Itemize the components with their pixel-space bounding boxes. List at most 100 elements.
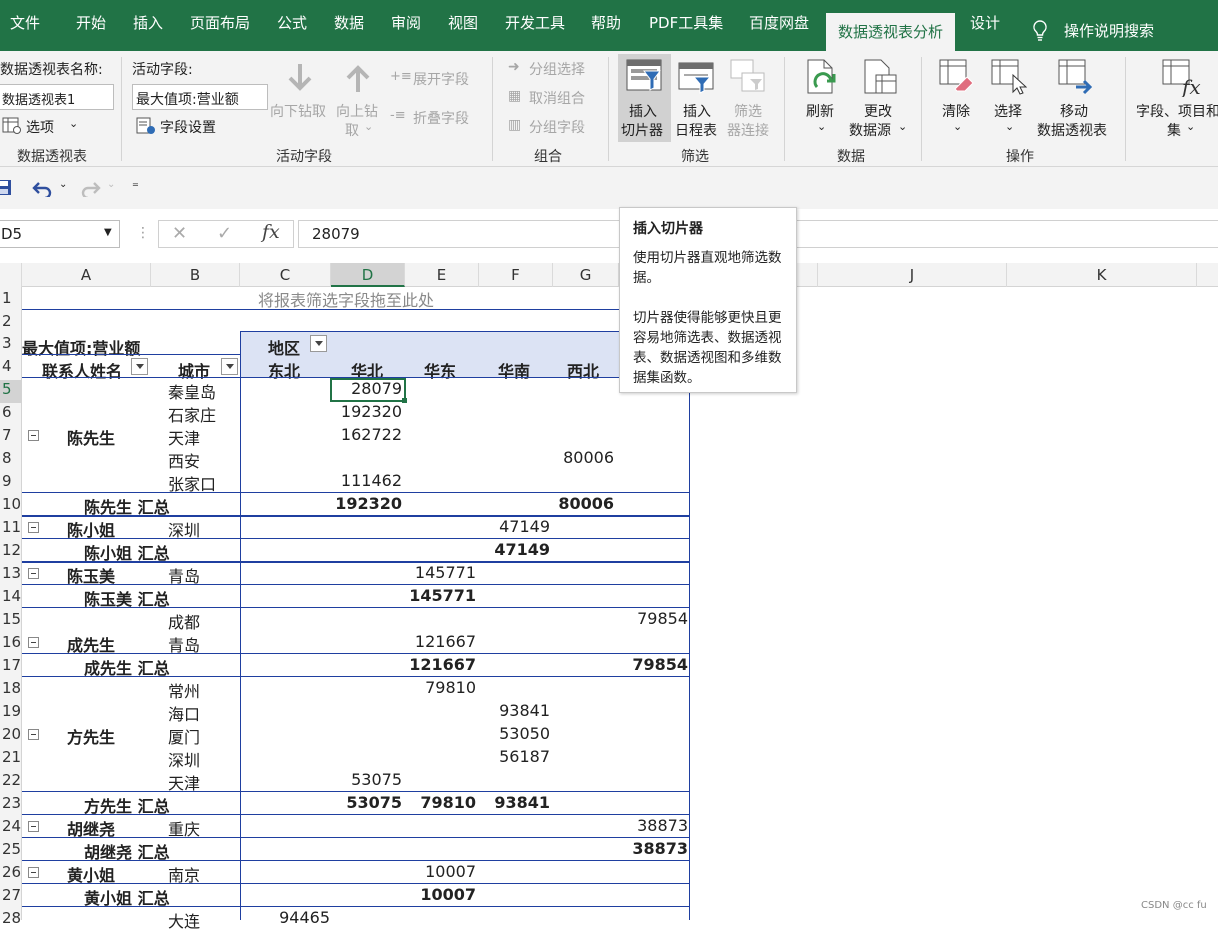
name-box[interactable]: D5 (0, 220, 120, 248)
tab-view[interactable]: 视图 (448, 12, 478, 33)
contact-name-cell[interactable]: 陈玉美 (67, 563, 115, 587)
row-header-12[interactable]: 12 (0, 541, 22, 559)
clear-button[interactable]: 清除 (942, 101, 970, 121)
value-cell[interactable]: 56187 (499, 747, 550, 766)
row-header-22[interactable]: 22 (0, 771, 22, 789)
field-settings-button[interactable]: 字段设置 (160, 117, 216, 137)
group-field-button[interactable]: 分组字段 (529, 117, 585, 137)
confirm-icon[interactable]: ✓ (217, 223, 232, 244)
row-header-27[interactable]: 27 (0, 886, 22, 904)
redo-icon[interactable] (79, 179, 101, 197)
row-header-21[interactable]: 21 (0, 748, 22, 766)
fill-handle[interactable] (402, 398, 407, 403)
subtotal-label[interactable]: 陈玉美 汇总 (84, 586, 170, 610)
collapse-icon[interactable] (28, 522, 39, 533)
value-cell[interactable]: 79854 (637, 609, 688, 628)
city-cell[interactable]: 秦皇岛 (168, 379, 216, 403)
select-all-corner[interactable] (0, 263, 22, 287)
value-cell[interactable]: 10007 (425, 862, 476, 881)
name-box-dropdown-icon[interactable]: ▼ (104, 227, 112, 238)
value-cell[interactable]: 80006 (558, 494, 614, 513)
city-cell[interactable]: 深圳 (168, 747, 200, 771)
row-header-7[interactable]: 7 (0, 426, 22, 444)
tab-help[interactable]: 帮助 (591, 12, 621, 33)
city-cell[interactable]: 西安 (168, 448, 200, 472)
row-field-label-contact[interactable]: 联系人姓名 (42, 358, 122, 382)
row-header-20[interactable]: 20 (0, 725, 22, 743)
change-data-source-button[interactable]: 更改 (864, 101, 892, 121)
row-header-14[interactable]: 14 (0, 587, 22, 605)
value-cell[interactable]: 93841 (494, 793, 550, 812)
insert-function-icon[interactable]: fx (262, 221, 280, 243)
subtotal-label[interactable]: 成先生 汇总 (84, 655, 170, 679)
column-header-e[interactable]: E (405, 263, 479, 287)
city-cell[interactable]: 青岛 (168, 563, 200, 587)
active-field-input[interactable]: 最大值项:营业额 (132, 84, 268, 110)
pivot-value-field-label[interactable]: 最大值项:营业额 (22, 335, 140, 359)
subtotal-label[interactable]: 陈先生 汇总 (84, 494, 170, 518)
region-filter-dropdown[interactable] (310, 335, 327, 352)
drill-down-button[interactable]: 向下钻取 (270, 101, 326, 121)
row-header-13[interactable]: 13 (0, 564, 22, 582)
pivot-name-input[interactable]: 数据透视表1 (0, 84, 114, 110)
row-header-1[interactable]: 1 (0, 289, 22, 307)
value-cell[interactable]: 192320 (335, 494, 402, 513)
fields-items-sets-button[interactable]: 字段、项目和 (1136, 101, 1218, 121)
value-cell[interactable]: 145771 (409, 586, 476, 605)
value-cell[interactable]: 10007 (420, 885, 476, 904)
region-header-huadong[interactable]: 华东 (424, 358, 456, 382)
row-header-8[interactable]: 8 (0, 449, 22, 467)
insert-timeline-button[interactable]: 插入 (683, 101, 711, 121)
city-cell[interactable]: 天津 (168, 425, 200, 449)
column-header-j[interactable]: J (817, 263, 1007, 287)
expand-field-button[interactable]: 展开字段 (413, 69, 469, 89)
region-header-dongbei[interactable]: 东北 (268, 358, 300, 382)
row-header-24[interactable]: 24 (0, 817, 22, 835)
tab-file[interactable]: 文件 (10, 12, 40, 33)
value-cell[interactable]: 80006 (563, 448, 614, 467)
column-header-d[interactable]: D (331, 263, 405, 287)
region-header-huanan[interactable]: 华南 (498, 358, 530, 382)
collapse-field-button[interactable]: 折叠字段 (413, 108, 469, 128)
chevron-down-icon[interactable]: ⌄ (1186, 120, 1195, 133)
drill-up-button[interactable]: 向上钻 (336, 101, 378, 121)
tab-review[interactable]: 审阅 (391, 12, 421, 33)
contact-name-cell[interactable]: 黄小姐 (67, 862, 115, 886)
value-cell[interactable]: 192320 (341, 402, 402, 421)
active-cell-d5[interactable] (330, 378, 406, 402)
tab-pivot-analyze[interactable]: 数据透视表分析 (826, 13, 956, 51)
subtotal-label[interactable]: 黄小姐 汇总 (84, 885, 170, 909)
chevron-down-icon[interactable]: ⌄ (953, 120, 962, 133)
city-cell[interactable]: 青岛 (168, 632, 200, 656)
value-cell[interactable]: 53075 (351, 770, 402, 789)
region-header-xibei[interactable]: 西北 (567, 358, 599, 382)
tab-design[interactable]: 设计 (970, 12, 1000, 33)
value-cell[interactable]: 94465 (279, 908, 330, 927)
chevron-down-icon[interactable]: ⌄ (817, 120, 826, 133)
value-cell[interactable]: 121667 (409, 655, 476, 674)
collapse-icon[interactable] (28, 867, 39, 878)
contact-name-cell[interactable]: 陈小姐 (67, 517, 115, 541)
row-header-2[interactable]: 2 (0, 312, 22, 330)
row-header-15[interactable]: 15 (0, 610, 22, 628)
row-header-26[interactable]: 26 (0, 863, 22, 881)
column-header-f[interactable]: F (479, 263, 553, 287)
column-header-k[interactable]: K (1007, 263, 1197, 287)
contact-name-cell[interactable]: 陈先生 (67, 425, 115, 449)
column-header-c[interactable]: C (240, 263, 331, 287)
subtotal-label[interactable]: 胡继尧 汇总 (84, 839, 170, 863)
group-selection-button[interactable]: 分组选择 (529, 59, 585, 79)
collapse-icon[interactable] (28, 568, 39, 579)
row-header-9[interactable]: 9 (0, 472, 22, 490)
city-cell[interactable]: 南京 (168, 862, 200, 886)
row-header-18[interactable]: 18 (0, 679, 22, 697)
value-cell[interactable]: 28079 (351, 379, 402, 398)
collapse-icon[interactable] (28, 430, 39, 441)
undo-icon[interactable] (32, 179, 54, 197)
value-cell[interactable]: 53075 (346, 793, 402, 812)
column-header-g[interactable]: G (553, 263, 619, 287)
city-cell[interactable]: 天津 (168, 770, 200, 794)
select-button[interactable]: 选择 (994, 101, 1022, 121)
contact-name-cell[interactable]: 成先生 (67, 632, 115, 656)
filter-drop-zone[interactable]: 将报表筛选字段拖至此处 (258, 287, 434, 311)
